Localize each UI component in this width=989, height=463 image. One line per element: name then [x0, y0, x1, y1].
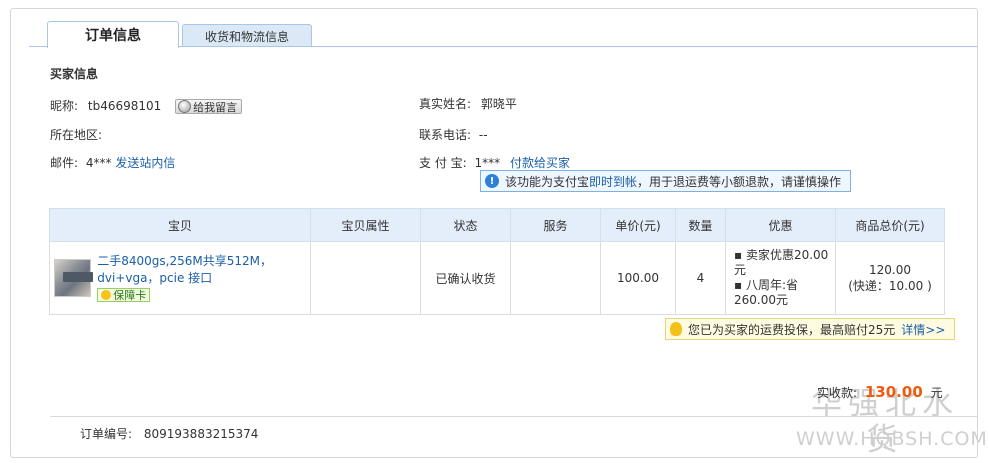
- total-price-cell: 120.00 (快递：10.00 ): [835, 241, 945, 315]
- buyer-nickname: 昵称: tb46698101 给我留言: [50, 97, 243, 114]
- email-label: 邮件:: [50, 156, 79, 170]
- info-icon: !: [485, 174, 499, 188]
- payment-unit: 元: [930, 386, 943, 400]
- item-cell: 二手8400gs,256M共享512M，dvi+vga，pcie 接口 保障卡: [49, 241, 311, 315]
- unit-price-cell: 100.00: [600, 241, 676, 315]
- pay-buyer-link[interactable]: 付款给买家: [510, 156, 570, 170]
- order-number: 订单编号: 809193883215374: [80, 425, 258, 442]
- discount-anniversary: ▪ 八周年:省260.00元: [734, 278, 798, 307]
- tab-shipping-logistics[interactable]: 收货和物流信息: [182, 24, 312, 47]
- buyer-email: 邮件: 4*** 发送站内信: [50, 154, 175, 171]
- payment-label: 实收款:: [817, 386, 858, 400]
- payment-received: 实收款: 130.00 元: [817, 383, 943, 401]
- order-items-table: 宝贝 宝贝属性 状态 服务 单价(元) 数量 优惠 商品总价(元) 二手8400…: [49, 208, 945, 315]
- phone-label: 联系电话:: [419, 128, 472, 142]
- buyer-region: 所在地区:: [50, 126, 102, 143]
- col-total-price: 商品总价(元): [835, 208, 945, 242]
- guarantee-label: 保障卡: [113, 289, 147, 302]
- col-unit-price: 单价(元): [600, 208, 676, 242]
- nickname-value: tb46698101: [87, 99, 162, 113]
- col-status: 状态: [420, 208, 511, 242]
- insurance-text: 您已为买家的运费投保，最高赔付25元: [688, 322, 896, 337]
- insurance-details-link[interactable]: 详情>>: [901, 321, 945, 338]
- leave-message-button[interactable]: 给我留言: [175, 99, 243, 114]
- shipping-insurance-note: 您已为买家的运费投保，最高赔付25元 详情>>: [665, 318, 955, 340]
- realname-value: 郭晓平: [480, 97, 517, 111]
- buyer-phone: 联系电话: --: [419, 126, 488, 143]
- table-row: 二手8400gs,256M共享512M，dvi+vga，pcie 接口 保障卡 …: [49, 241, 945, 315]
- buyer-alipay: 支 付 宝: 1*** 付款给买家: [419, 154, 570, 171]
- alipay-value: 1***: [474, 156, 501, 170]
- alipay-label: 支 付 宝:: [419, 156, 467, 170]
- discount-seller: ▪ 卖家优惠20.00元: [734, 248, 829, 277]
- buyer-realname: 真实姓名: 郭晓平: [419, 95, 517, 112]
- col-service: 服务: [510, 208, 601, 242]
- order-number-label: 订单编号:: [80, 427, 133, 441]
- col-discount: 优惠: [725, 208, 836, 242]
- product-title-link[interactable]: 二手8400gs,256M共享512M，dvi+vga，pcie 接口: [97, 253, 310, 287]
- guarantee-badge[interactable]: 保障卡: [97, 288, 151, 302]
- attributes-cell: [310, 241, 421, 315]
- col-quantity: 数量: [675, 208, 726, 242]
- product-thumbnail[interactable]: [54, 259, 94, 297]
- lightbulb-icon: [670, 322, 682, 336]
- total-price-value: 120.00: [869, 262, 911, 277]
- service-cell: [510, 241, 601, 315]
- leave-message-label: 给我留言: [193, 100, 238, 114]
- table-header-row: 宝贝 宝贝属性 状态 服务 单价(元) 数量 优惠 商品总价(元): [49, 208, 945, 242]
- col-item: 宝贝: [49, 208, 311, 242]
- nickname-label: 昵称:: [50, 99, 79, 113]
- alipay-tip: ! 该功能为支付宝 即时到帐 ，用于退运费等小额退款，请谨慎操作: [480, 170, 851, 192]
- wangwang-icon: [178, 100, 192, 113]
- discount-cell: ▪ 卖家优惠20.00元 ▪ 八周年:省260.00元: [725, 241, 836, 315]
- quantity-cell: 4: [675, 241, 726, 315]
- tip-highlight: 即时到帐: [589, 174, 638, 189]
- guarantee-icon: [101, 290, 112, 300]
- shipping-fee: (快递：10.00 ): [848, 278, 932, 293]
- tab-order-info[interactable]: 订单信息: [47, 21, 179, 48]
- watermark-url: WWW.HQBSH.COM: [796, 428, 988, 450]
- tip-suffix: ，用于退运费等小额退款，请谨慎操作: [637, 174, 842, 189]
- send-message-link[interactable]: 发送站内信: [115, 156, 175, 170]
- realname-label: 真实姓名:: [419, 97, 472, 111]
- bottom-divider: [50, 416, 978, 417]
- email-value: 4***: [85, 156, 112, 170]
- tip-prefix: 该功能为支付宝: [505, 174, 590, 189]
- order-number-value: 809193883215374: [143, 427, 259, 441]
- buyer-section-title: 买家信息: [50, 67, 99, 81]
- status-cell: 已确认收货: [420, 241, 511, 315]
- payment-amount: 130.00: [864, 383, 923, 401]
- col-attributes: 宝贝属性: [310, 208, 421, 242]
- region-label: 所在地区:: [50, 128, 103, 142]
- phone-value: --: [478, 128, 488, 142]
